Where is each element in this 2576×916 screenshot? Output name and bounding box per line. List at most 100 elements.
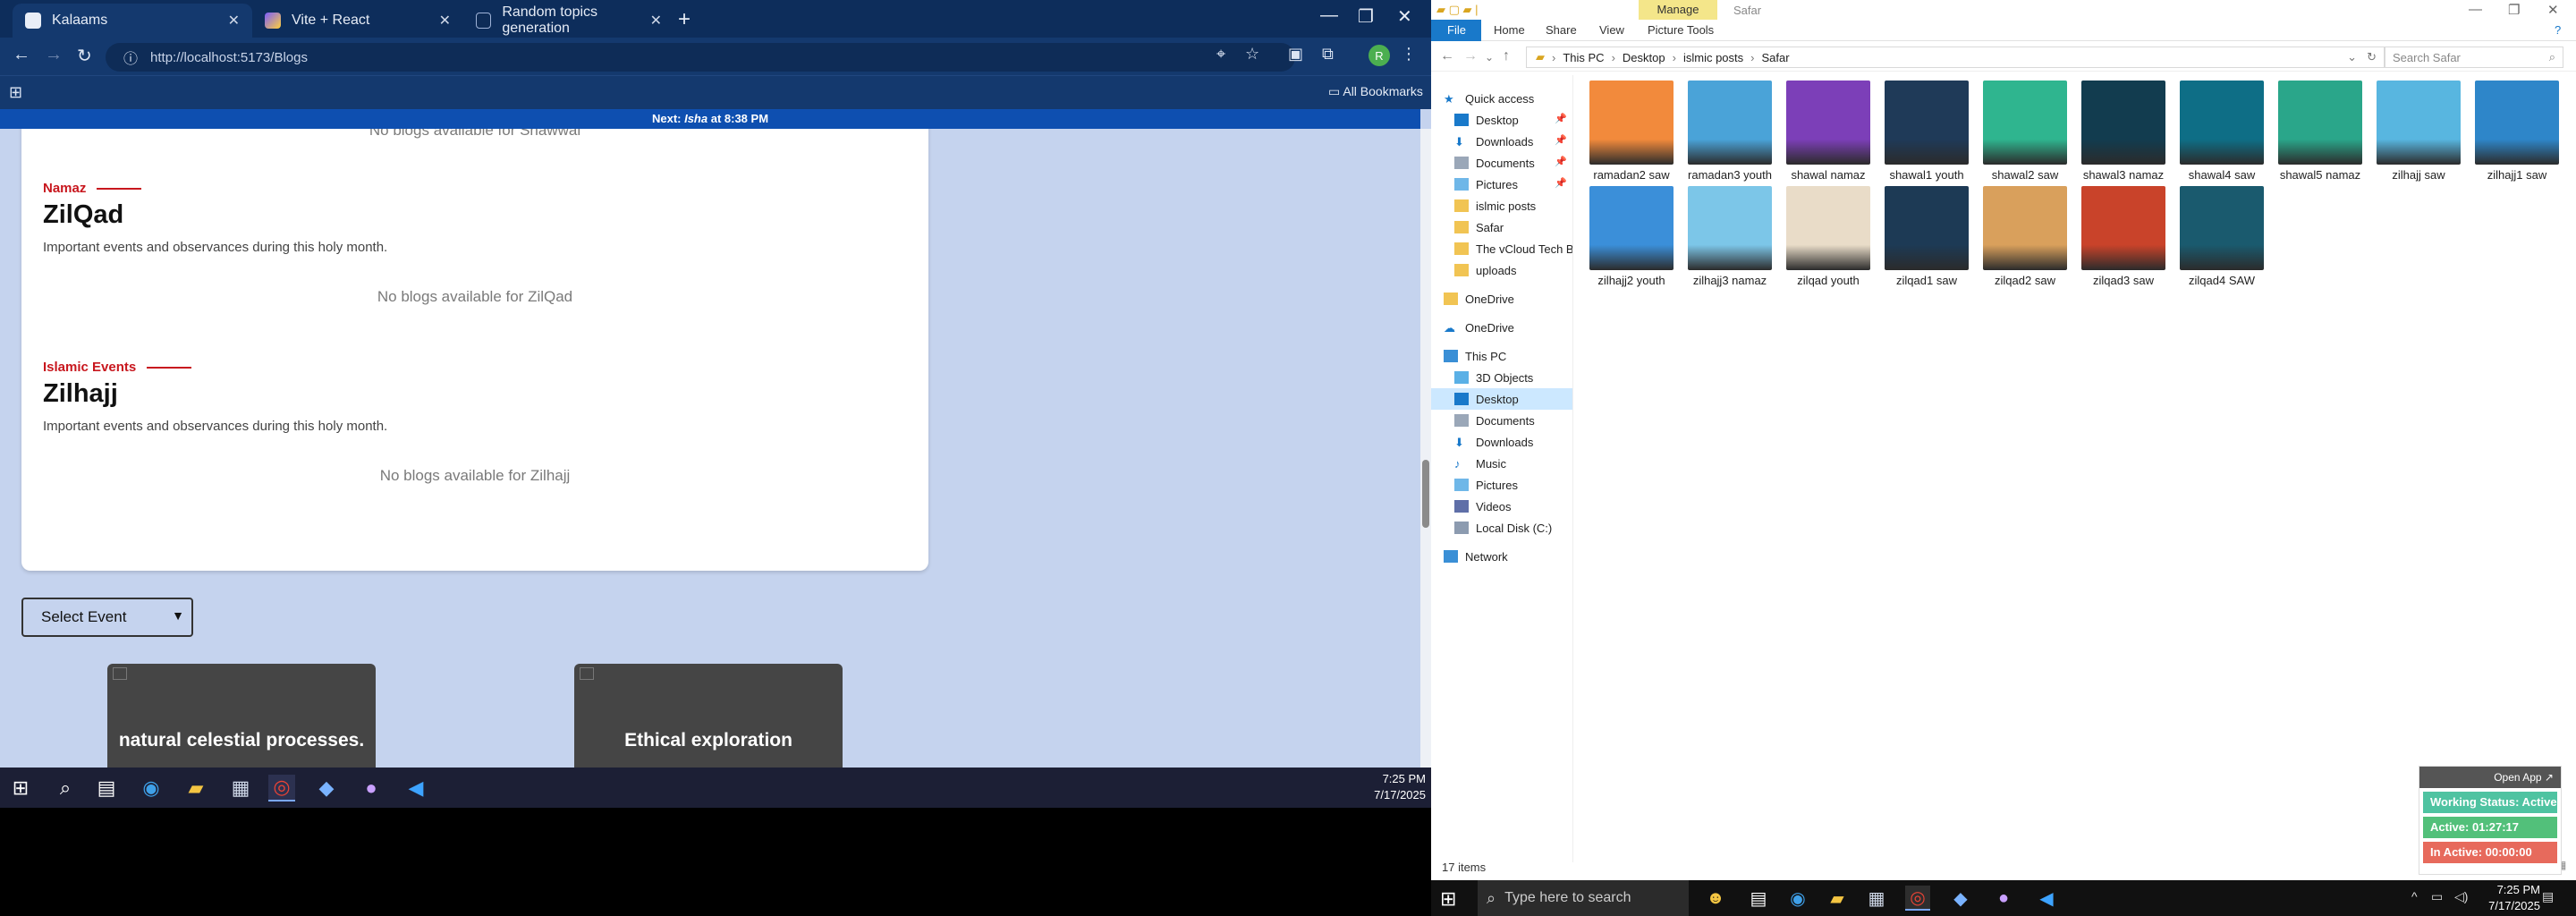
nav-item-uploads[interactable]: uploads: [1431, 259, 1572, 281]
chevron-down-icon[interactable]: ⌄: [2347, 50, 2357, 64]
nav-item-islmic-posts[interactable]: islmic posts: [1431, 195, 1572, 216]
nav-item-vcloud[interactable]: The vCloud Tech Bl: [1431, 238, 1572, 259]
tab-vite-react[interactable]: Vite + React ✕: [252, 4, 463, 38]
bookmark-star-icon[interactable]: ☆: [1245, 45, 1259, 64]
nav-this-pc[interactable]: This PC: [1431, 345, 1572, 367]
chevron-down-icon[interactable]: ⌄: [1485, 51, 1494, 64]
file-thumbnail[interactable]: zilqad1 saw: [1882, 186, 1971, 287]
task-view-icon[interactable]: ▤: [1746, 886, 1771, 911]
breadcrumb-desktop[interactable]: Desktop: [1623, 51, 1665, 64]
network-icon[interactable]: ▭: [2431, 889, 2443, 904]
volume-icon[interactable]: ◁): [2454, 889, 2468, 904]
close-icon[interactable]: ✕: [439, 12, 451, 30]
scroll-thumb[interactable]: [1422, 460, 1429, 528]
edge-icon[interactable]: ◉: [138, 775, 165, 802]
close-icon[interactable]: ✕: [650, 12, 662, 30]
store-icon[interactable]: ▦: [227, 775, 254, 802]
file-thumbnail[interactable]: ramadan3 youth: [1685, 81, 1775, 182]
nav-item-local-disk[interactable]: Local Disk (C:): [1431, 517, 1572, 539]
ribbon-tab-picture-tools[interactable]: Picture Tools: [1648, 23, 1714, 37]
nav-item-3d-objects[interactable]: 3D Objects: [1431, 367, 1572, 388]
restore-icon[interactable]: ❐: [1358, 5, 1374, 28]
tab-kalaams[interactable]: Kalaams ✕: [13, 4, 252, 38]
task-view-icon[interactable]: ▤: [93, 775, 120, 802]
file-thumbnail[interactable]: zilhajj1 saw: [2472, 81, 2562, 182]
app-icon[interactable]: ◆: [1948, 886, 1973, 911]
ribbon-tab-file[interactable]: File: [1431, 20, 1481, 41]
github-icon[interactable]: ●: [358, 775, 385, 802]
breadcrumb-this-pc[interactable]: This PC: [1563, 51, 1604, 64]
nav-item-videos[interactable]: Videos: [1431, 496, 1572, 517]
forward-icon[interactable]: →: [1463, 48, 1478, 64]
chrome-icon[interactable]: ◎: [1905, 886, 1930, 911]
nav-item-safar[interactable]: Safar: [1431, 216, 1572, 238]
nav-onedrive[interactable]: ☁ OneDrive: [1431, 317, 1572, 338]
edge-icon[interactable]: ◉: [1785, 886, 1810, 911]
nav-onedrive-personal[interactable]: OneDrive: [1431, 288, 1572, 310]
reload-icon[interactable]: ↻: [77, 45, 92, 67]
all-bookmarks-button[interactable]: ▭ All Bookmarks: [1328, 84, 1423, 99]
start-icon[interactable]: ⊞: [7, 775, 34, 802]
back-icon[interactable]: ←: [13, 45, 30, 65]
puzzle-icon[interactable]: ⧉: [1322, 45, 1334, 64]
emoji-icon[interactable]: ☻: [1703, 886, 1728, 911]
file-thumbnail[interactable]: zilqad2 saw: [1980, 186, 2070, 287]
event-select[interactable]: Select Event ▼: [21, 598, 193, 637]
manage-tab[interactable]: Manage: [1639, 0, 1717, 20]
close-icon[interactable]: ✕: [228, 12, 240, 30]
page-scrollbar[interactable]: [1420, 129, 1431, 768]
file-thumbnail[interactable]: ramadan2 saw: [1587, 81, 1676, 182]
nav-item-pictures[interactable]: Pictures 📌: [1431, 174, 1572, 195]
site-info-icon[interactable]: ⓘ: [123, 47, 138, 68]
up-icon[interactable]: ↑: [1503, 48, 1510, 64]
file-explorer-icon[interactable]: ▰: [182, 775, 209, 802]
github-icon[interactable]: ●: [1991, 886, 2016, 911]
file-thumbnail[interactable]: shawal5 namaz: [2275, 81, 2365, 182]
app-icon[interactable]: ◆: [313, 775, 340, 802]
ribbon-tab-share[interactable]: Share: [1546, 23, 1577, 37]
breadcrumb-islmic-posts[interactable]: islmic posts: [1683, 51, 1743, 64]
file-thumbnail[interactable]: zilhajj2 youth: [1587, 186, 1676, 287]
apps-icon[interactable]: ⊞: [9, 83, 22, 102]
search-icon[interactable]: ⌕: [52, 775, 79, 802]
minimize-icon[interactable]: —: [1320, 5, 1338, 26]
minimize-icon[interactable]: —: [2469, 2, 2482, 17]
nav-item-desktop[interactable]: Desktop 📌: [1431, 109, 1572, 131]
close-window-icon[interactable]: ✕: [1397, 5, 1412, 28]
help-icon[interactable]: ?: [2555, 23, 2561, 37]
pane-divider[interactable]: [1572, 75, 1573, 862]
new-tab-icon[interactable]: +: [678, 7, 691, 32]
back-icon[interactable]: ←: [1440, 48, 1454, 64]
file-thumbnail[interactable]: zilhajj3 namaz: [1685, 186, 1775, 287]
file-thumbnail[interactable]: shawal2 saw: [1980, 81, 2070, 182]
explorer-address-bar[interactable]: ▰ › This PC › Desktop › islmic posts › Safa…: [1526, 47, 2385, 68]
chrome-icon[interactable]: ◎: [268, 775, 295, 802]
refresh-icon[interactable]: ↻: [2367, 50, 2377, 64]
file-thumbnail[interactable]: zilhajj saw: [2374, 81, 2463, 182]
file-thumbnail[interactable]: shawal namaz: [1784, 81, 1873, 182]
nav-item-downloads[interactable]: ⬇ Downloads 📌: [1431, 131, 1572, 152]
file-thumbnail[interactable]: zilqad youth: [1784, 186, 1873, 287]
nav-item-pc-documents[interactable]: Documents: [1431, 410, 1572, 431]
file-thumbnail[interactable]: shawal3 namaz: [2079, 81, 2168, 182]
forward-icon[interactable]: →: [45, 45, 63, 65]
file-thumbnail[interactable]: zilqad3 saw: [2079, 186, 2168, 287]
address-bar[interactable]: ⓘ http://localhost:5173/Blogs: [106, 43, 1295, 72]
taskbar-search-input[interactable]: ⌕ Type here to search: [1478, 880, 1689, 916]
breadcrumb-safar[interactable]: Safar: [1762, 51, 1790, 64]
restore-icon[interactable]: ❐: [2508, 2, 2520, 18]
vscode-icon[interactable]: ◀: [402, 775, 429, 802]
explorer-search-input[interactable]: Search Safar ⌕: [2385, 47, 2563, 68]
location-icon[interactable]: ⌖: [1216, 45, 1225, 64]
file-explorer-icon[interactable]: ▰: [1825, 886, 1850, 911]
profile-avatar[interactable]: R: [1368, 45, 1390, 66]
nav-item-pc-pictures[interactable]: Pictures: [1431, 474, 1572, 496]
blog-card[interactable]: Ethical exploration: [574, 664, 843, 768]
menu-icon[interactable]: ⋮: [1401, 45, 1417, 64]
file-thumbnail[interactable]: shawal4 saw: [2177, 81, 2267, 182]
ribbon-tab-home[interactable]: Home: [1494, 23, 1525, 37]
nav-item-pc-desktop[interactable]: Desktop: [1431, 388, 1572, 410]
extension-icon[interactable]: ▣: [1288, 45, 1303, 64]
ribbon-tab-view[interactable]: View: [1599, 23, 1624, 37]
file-thumbnail[interactable]: zilqad4 SAW: [2177, 186, 2267, 287]
